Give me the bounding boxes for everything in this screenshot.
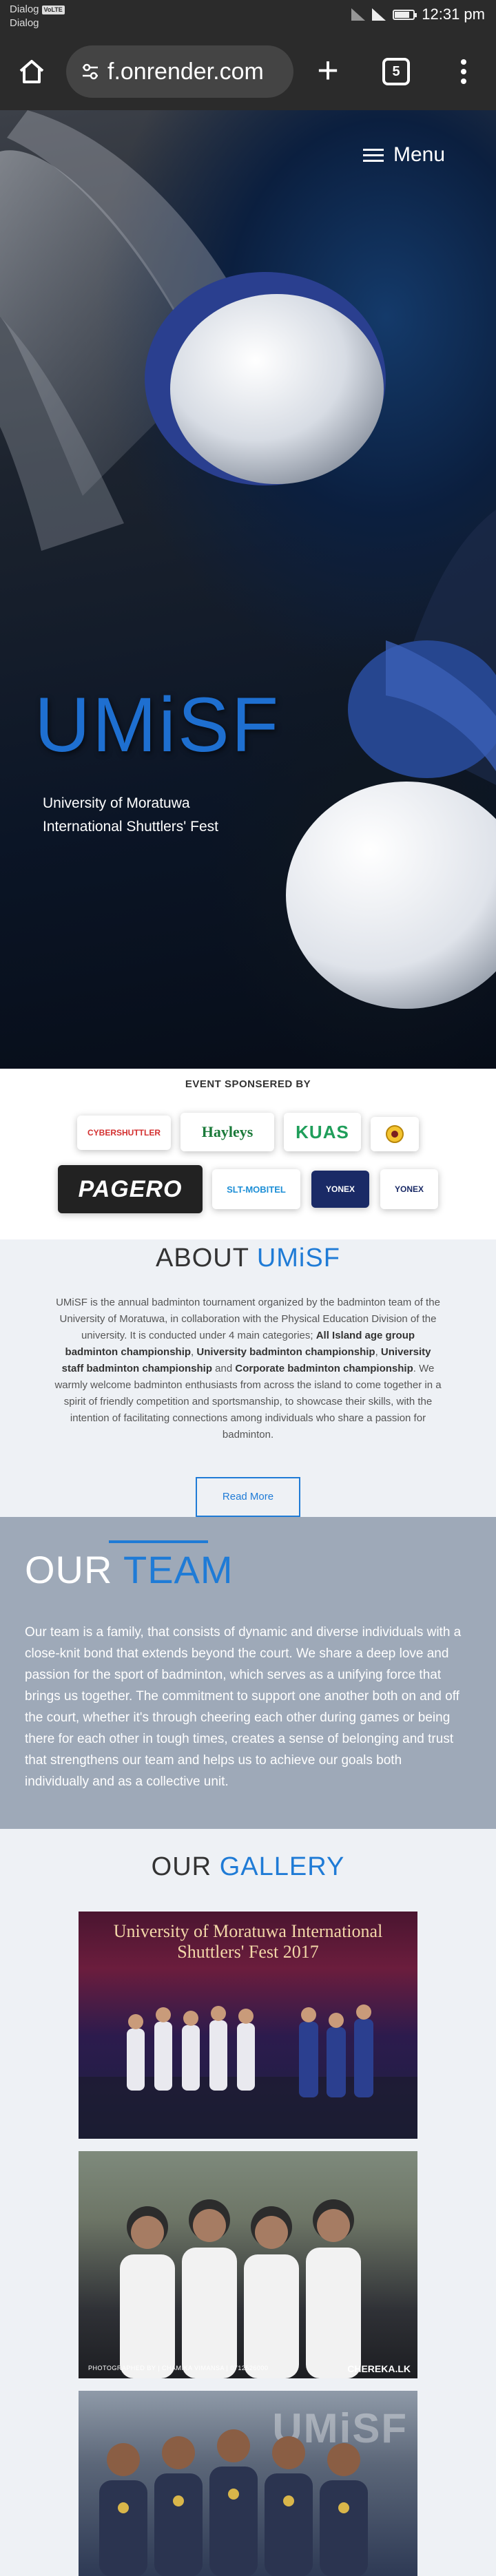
carrier-name-secondary: Dialog: [10, 17, 39, 29]
menu-button[interactable]: Menu: [362, 143, 445, 167]
menu-label: Menu: [393, 143, 445, 166]
group-photo-figures: [79, 2004, 417, 2139]
address-bar[interactable]: f.onrender.com: [66, 45, 293, 98]
hero-subtitle-line2: International Shuttlers' Fest: [43, 819, 218, 835]
carrier-name: Dialog: [10, 3, 39, 15]
gallery-section: OUR GALLERY University of Moratuwa Inter…: [0, 1829, 496, 2576]
gallery-photo-2[interactable]: PHOTOGRAPHED BY | CHAMIKA VIMANSA | 0712…: [79, 2151, 417, 2378]
sponsor-logo-yonex-blue[interactable]: YONEX: [311, 1171, 369, 1208]
carrier-info: Dialog VoLTE Dialog: [10, 3, 65, 30]
about-section: ABOUT UMiSF UMiSF is the annual badminto…: [0, 1239, 496, 1517]
gallery-heading-plain: OUR: [151, 1852, 212, 1881]
signal-icon: [372, 8, 386, 21]
status-icons: 12:31 pm: [351, 6, 485, 23]
read-more-button[interactable]: Read More: [196, 1477, 300, 1517]
sponsor-logo-slt-mobitel[interactable]: SLT-MOBITEL: [212, 1169, 300, 1209]
team-heading: OUR TEAM: [25, 1547, 234, 1592]
photo-watermark: CHEREKA.LK: [347, 2363, 411, 2374]
photo-caption: PHOTOGRAPHED BY | CHAMIKA VIMANSA | 0712…: [88, 2365, 269, 2371]
status-bar: Dialog VoLTE Dialog 12:31 pm: [0, 0, 496, 33]
about-text-sep: and: [212, 1363, 236, 1374]
team-heading-plain: OUR: [25, 1548, 113, 1591]
sponsor-logo-cybershuttler[interactable]: CYBERSHUTTLER: [77, 1116, 171, 1150]
sponsor-logo-hayleys[interactable]: Hayleys: [180, 1113, 274, 1151]
sponsors-section: EVENT SPONSERED BY CYBERSHUTTLER Hayleys…: [0, 1069, 496, 1239]
players-photo-figures: [120, 2199, 361, 2378]
volte-badge: VoLTE: [41, 5, 65, 14]
hero-subtitle: University of Moratuwa International Shu…: [43, 792, 218, 839]
about-heading: ABOUT UMiSF: [0, 1244, 496, 1273]
about-heading-accent: UMiSF: [256, 1244, 340, 1273]
signal-icon: [351, 8, 366, 21]
emblem-icon: [386, 1125, 404, 1143]
clock: 12:31 pm: [422, 6, 485, 23]
tune-icon[interactable]: [81, 63, 99, 81]
plus-icon: +: [317, 50, 339, 91]
kebab-menu-icon[interactable]: [453, 56, 474, 87]
about-heading-plain: ABOUT: [156, 1244, 249, 1273]
gallery-heading: OUR GALLERY: [0, 1852, 496, 1882]
about-text: UMiSF is the annual badminton tournament…: [54, 1295, 442, 1443]
team-heading-accent: TEAM: [123, 1548, 234, 1591]
sponsor-logo-emblem[interactable]: [371, 1117, 419, 1151]
sponsor-logo-yonex[interactable]: YONEX: [380, 1169, 438, 1209]
new-tab-button[interactable]: +: [314, 52, 342, 90]
category-corporate: Corporate badminton championship: [235, 1363, 413, 1374]
team-section: OUR TEAM Our team is a family, that cons…: [0, 1517, 496, 1829]
team-text: Our team is a family, that consists of d…: [25, 1625, 462, 1789]
url-text[interactable]: f.onrender.com: [107, 59, 264, 85]
shuttlecock-image: [0, 110, 496, 1009]
hero-title: UMiSF: [34, 682, 281, 768]
sponsor-logo-pagero[interactable]: PAGERO: [58, 1165, 203, 1213]
gallery-photo-1[interactable]: University of Moratuwa International Shu…: [79, 1912, 417, 2139]
gallery-heading-accent: GALLERY: [219, 1852, 345, 1881]
hero-subtitle-line1: University of Moratuwa: [43, 795, 190, 811]
hamburger-icon: [362, 145, 384, 165]
category-university: University badminton championship: [196, 1346, 375, 1358]
browser-toolbar: f.onrender.com + 5: [0, 33, 496, 110]
about-text-sep: ,: [375, 1346, 381, 1358]
home-icon[interactable]: [18, 58, 45, 85]
tabs-icon[interactable]: 5: [382, 58, 410, 85]
sponsor-logo-kuas[interactable]: KUAS: [284, 1113, 361, 1151]
battery-fill: [395, 11, 410, 18]
battery-icon: [393, 9, 417, 20]
sponsors-heading: EVENT SPONSERED BY: [185, 1078, 311, 1090]
hero-section: Menu UMiSF University of Moratuwa Intern…: [0, 110, 496, 1069]
gallery-photo-3[interactable]: UMiSF: [79, 2391, 417, 2576]
team-heading-underline: [109, 1540, 208, 1543]
team-photo-figures: [99, 2429, 368, 2576]
